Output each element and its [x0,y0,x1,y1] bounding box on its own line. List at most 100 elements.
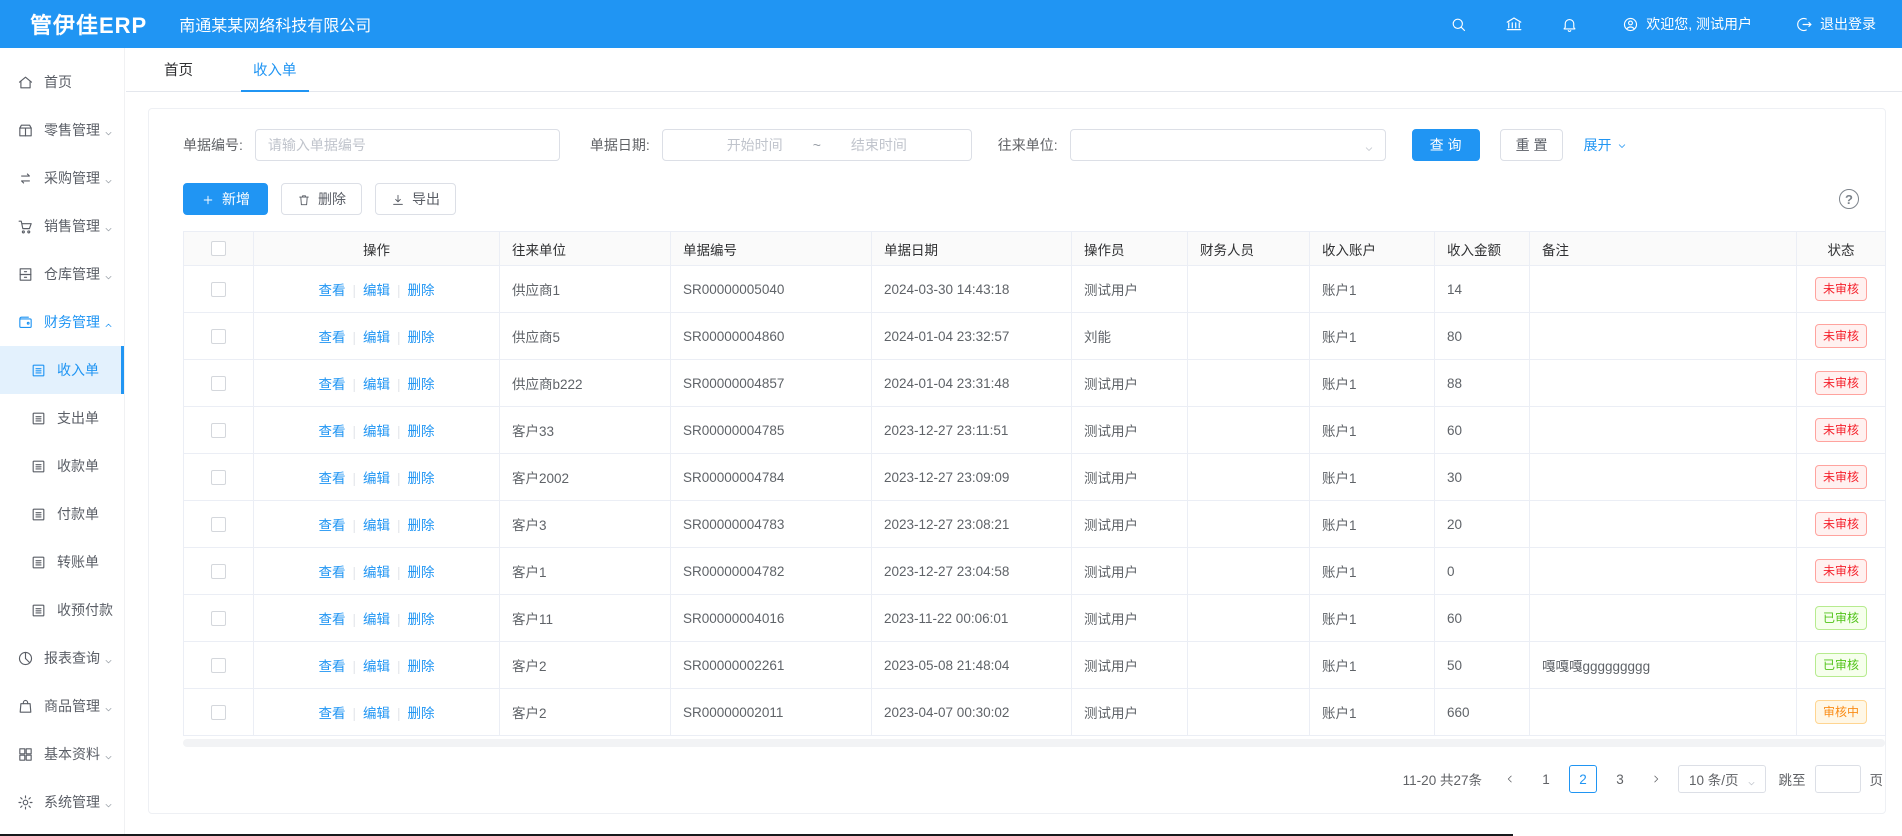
sidebar-item-finance[interactable]: 财务管理 [0,298,124,346]
search-icon[interactable] [1450,16,1467,33]
edit-link[interactable]: 编辑 [363,377,390,392]
operator-cell: 刘能 [1072,313,1188,360]
action-separator: | [352,283,356,298]
tab-income[interactable]: 收入单 [249,48,301,91]
help-icon[interactable]: ? [1839,189,1859,209]
bell-icon[interactable] [1561,16,1578,33]
view-link[interactable]: 查看 [318,471,345,486]
row-checkbox[interactable] [211,470,226,485]
edit-link[interactable]: 编辑 [363,659,390,674]
home-icon [17,73,34,91]
chevron-down-icon [103,220,114,236]
view-link[interactable]: 查看 [318,330,345,345]
sidebar-item-transfer[interactable]: 转账单 [0,538,124,586]
edit-link[interactable]: 编辑 [363,283,390,298]
next-page-button[interactable] [1643,765,1669,793]
delete-link[interactable]: 删除 [408,377,435,392]
main-area: 首页 收入单 单据编号: 单据日期: 开始时间 ~ 结束时间 往来单位: 查 询… [126,48,1902,814]
delete-link[interactable]: 删除 [408,612,435,627]
sidebar-item-receipt[interactable]: 收款单 [0,442,124,490]
view-link[interactable]: 查看 [318,565,345,580]
view-link[interactable]: 查看 [318,612,345,627]
bill-no-label: 单据编号: [183,135,243,155]
export-button[interactable]: 导出 [375,183,456,215]
delete-link[interactable]: 删除 [408,471,435,486]
date-end-placeholder: 结束时间 [851,135,907,155]
select-all-checkbox[interactable] [211,241,226,256]
row-checkbox[interactable] [211,517,226,532]
jump-label: 跳至 [1779,769,1806,789]
bill-no-input[interactable] [255,129,560,161]
reset-button[interactable]: 重 置 [1500,129,1564,161]
trash-icon [297,191,311,207]
delete-link[interactable]: 删除 [408,330,435,345]
sidebar-item-income[interactable]: 收入单 [0,346,124,394]
sidebar-item-payment[interactable]: 付款单 [0,490,124,538]
amount-cell: 60 [1435,595,1530,642]
expand-link[interactable]: 展开 [1583,135,1628,155]
prev-page-button[interactable] [1497,765,1523,793]
date-range-picker[interactable]: 开始时间 ~ 结束时间 [662,129,972,161]
delete-link[interactable]: 删除 [408,424,435,439]
sidebar-item-prepaid[interactable]: 收预付款 [0,586,124,634]
horizontal-scrollbar[interactable] [183,739,1885,747]
row-checkbox[interactable] [211,376,226,391]
view-link[interactable]: 查看 [318,659,345,674]
sidebar-item-basic[interactable]: 基本资料 [0,730,124,778]
view-link[interactable]: 查看 [318,706,345,721]
view-link[interactable]: 查看 [318,283,345,298]
delete-link[interactable]: 删除 [408,706,435,721]
sidebar-item-sales[interactable]: 销售管理 [0,202,124,250]
sidebar-item-purchase[interactable]: 采购管理 [0,154,124,202]
delete-link[interactable]: 删除 [408,565,435,580]
table-body: 查看|编辑|删除供应商1SR000000050402024-03-30 14:4… [184,266,1886,736]
page-button-2[interactable]: 2 [1569,765,1597,793]
page-size-select[interactable]: 10 条/页 [1678,765,1766,793]
delete-link[interactable]: 删除 [408,518,435,533]
doc-icon [30,553,47,571]
row-checkbox[interactable] [211,705,226,720]
edit-link[interactable]: 编辑 [363,706,390,721]
view-link[interactable]: 查看 [318,424,345,439]
sidebar-item-report[interactable]: 报表查询 [0,634,124,682]
sidebar-item-label: 首页 [44,72,72,92]
row-checkbox[interactable] [211,564,226,579]
row-checkbox[interactable] [211,611,226,626]
row-checkbox[interactable] [211,658,226,673]
edit-link[interactable]: 编辑 [363,330,390,345]
partner-cell: 供应商1 [500,266,671,313]
doc-icon [30,457,47,475]
view-link[interactable]: 查看 [318,377,345,392]
sidebar-item-system[interactable]: 系统管理 [0,778,124,826]
delete-button[interactable]: 删除 [281,183,362,215]
delete-link[interactable]: 删除 [408,659,435,674]
row-checkbox[interactable] [211,282,226,297]
sidebar-item-label: 报表查询 [44,648,100,668]
delete-link[interactable]: 删除 [408,283,435,298]
sidebar-item-retail[interactable]: 零售管理 [0,106,124,154]
add-button[interactable]: 新增 [183,183,268,215]
search-button[interactable]: 查 询 [1412,129,1480,161]
sidebar-item-expense[interactable]: 支出单 [0,394,124,442]
row-checkbox[interactable] [211,423,226,438]
page-button-1[interactable]: 1 [1532,765,1560,793]
edit-link[interactable]: 编辑 [363,565,390,580]
sidebar-item-goods[interactable]: 商品管理 [0,682,124,730]
sidebar-item-warehouse[interactable]: 仓库管理 [0,250,124,298]
row-checkbox[interactable] [211,329,226,344]
edit-link[interactable]: 编辑 [363,612,390,627]
table-row: 查看|编辑|删除供应商5SR000000048602024-01-04 23:3… [184,313,1886,360]
tab-home[interactable]: 首页 [160,48,197,91]
edit-link[interactable]: 编辑 [363,471,390,486]
logout-button[interactable]: 退出登录 [1796,14,1876,34]
bank-icon[interactable] [1505,15,1523,33]
view-link[interactable]: 查看 [318,518,345,533]
page-button-3[interactable]: 3 [1606,765,1634,793]
partner-select[interactable] [1070,129,1386,161]
sidebar-item-home[interactable]: 首页 [0,58,124,106]
jump-page-input[interactable] [1815,765,1861,793]
edit-link[interactable]: 编辑 [363,518,390,533]
edit-link[interactable]: 编辑 [363,424,390,439]
table-row: 查看|编辑|删除客户33SR000000047852023-12-27 23:1… [184,407,1886,454]
welcome-user[interactable]: 欢迎您, 测试用户 [1622,14,1752,34]
